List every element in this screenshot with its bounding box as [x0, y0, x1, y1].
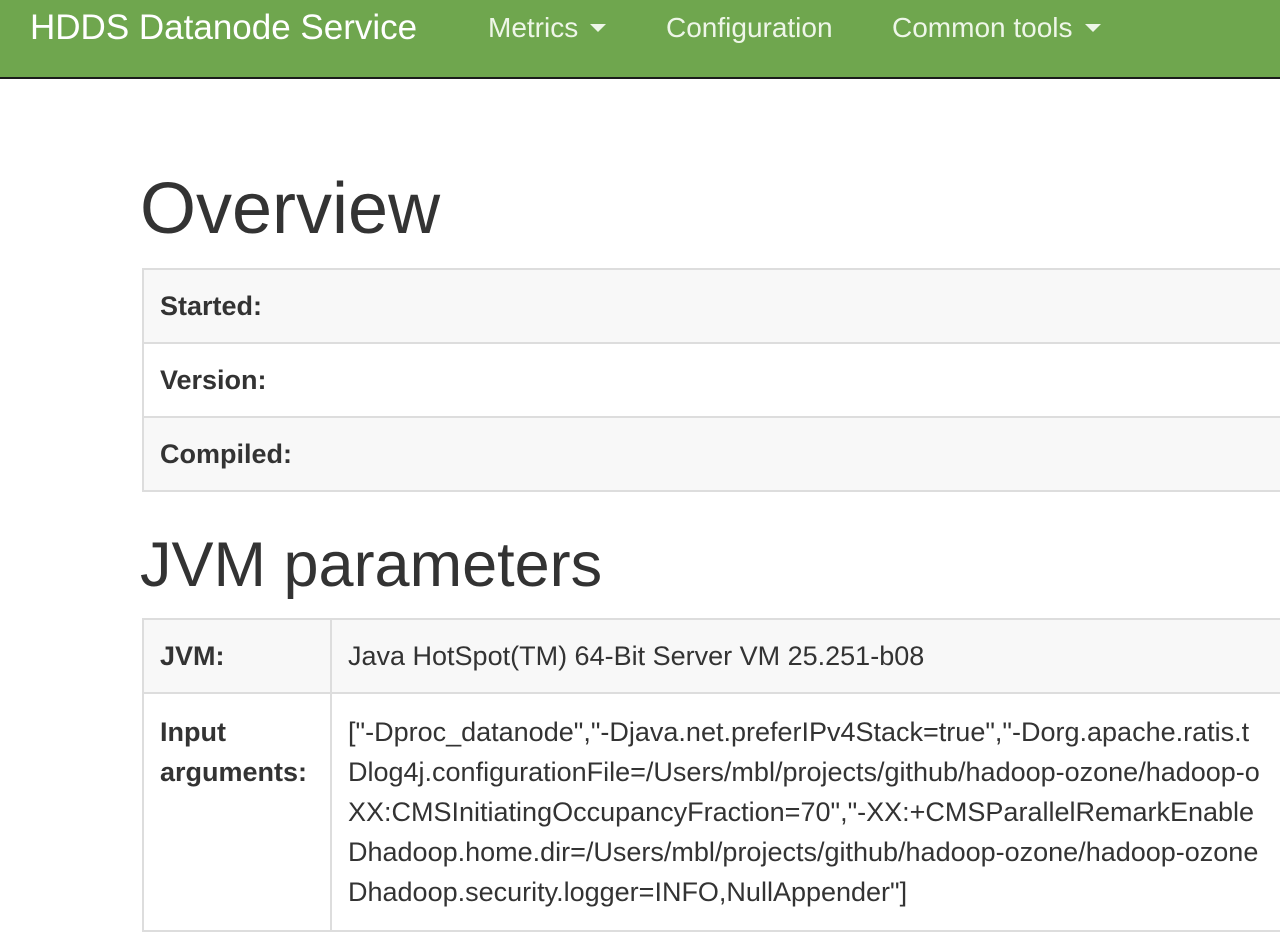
- input-arguments-label: Input arguments:: [142, 692, 332, 932]
- overview-heading: Overview: [140, 169, 441, 249]
- table-row: JVM: Java HotSpot(TM) 64-Bit Server VM 2…: [142, 618, 1280, 694]
- jvm-parameters-heading: JVM parameters: [140, 530, 603, 600]
- overview-table: Started: Version: Compiled:: [142, 268, 1280, 492]
- caret-down-icon: [1084, 23, 1101, 32]
- started-label: Started:: [142, 268, 1280, 344]
- input-arguments-line: ["-Dproc_datanode","-Djava.net.preferIPv…: [348, 717, 1250, 747]
- nav-common-tools-dropdown[interactable]: Common tools: [892, 10, 1101, 46]
- table-row: Input arguments: ["-Dproc_datanode","-Dj…: [142, 692, 1280, 932]
- table-row: Started:: [142, 268, 1280, 344]
- top-navbar: HDDS Datanode Service Metrics Configurat…: [0, 0, 1280, 79]
- nav-metrics-label: Metrics: [488, 12, 579, 43]
- jvm-parameters-table: JVM: Java HotSpot(TM) 64-Bit Server VM 2…: [142, 618, 1280, 932]
- jvm-value: Java HotSpot(TM) 64-Bit Server VM 25.251…: [330, 618, 1280, 694]
- table-row: Compiled:: [142, 416, 1280, 492]
- nav-metrics-dropdown[interactable]: Metrics: [488, 10, 607, 46]
- input-arguments-line: XX:CMSInitiatingOccupancyFraction=70","-…: [348, 797, 1255, 827]
- caret-down-icon: [590, 23, 607, 32]
- input-arguments-line: Dhadoop.security.logger=INFO,NullAppende…: [348, 877, 908, 907]
- input-arguments-line: Dlog4j.configurationFile=/Users/mbl/proj…: [348, 757, 1260, 787]
- table-row: Version:: [142, 342, 1280, 418]
- jvm-label: JVM:: [142, 618, 332, 694]
- compiled-label: Compiled:: [142, 416, 1280, 492]
- nav-configuration-label: Configuration: [666, 12, 833, 43]
- brand-title[interactable]: HDDS Datanode Service: [30, 8, 417, 48]
- version-label: Version:: [142, 342, 1280, 418]
- nav-configuration-link[interactable]: Configuration: [666, 10, 833, 46]
- input-arguments-line: Dhadoop.home.dir=/Users/mbl/projects/git…: [348, 837, 1259, 867]
- input-arguments-value: ["-Dproc_datanode","-Djava.net.preferIPv…: [330, 692, 1280, 932]
- nav-common-tools-label: Common tools: [892, 12, 1073, 43]
